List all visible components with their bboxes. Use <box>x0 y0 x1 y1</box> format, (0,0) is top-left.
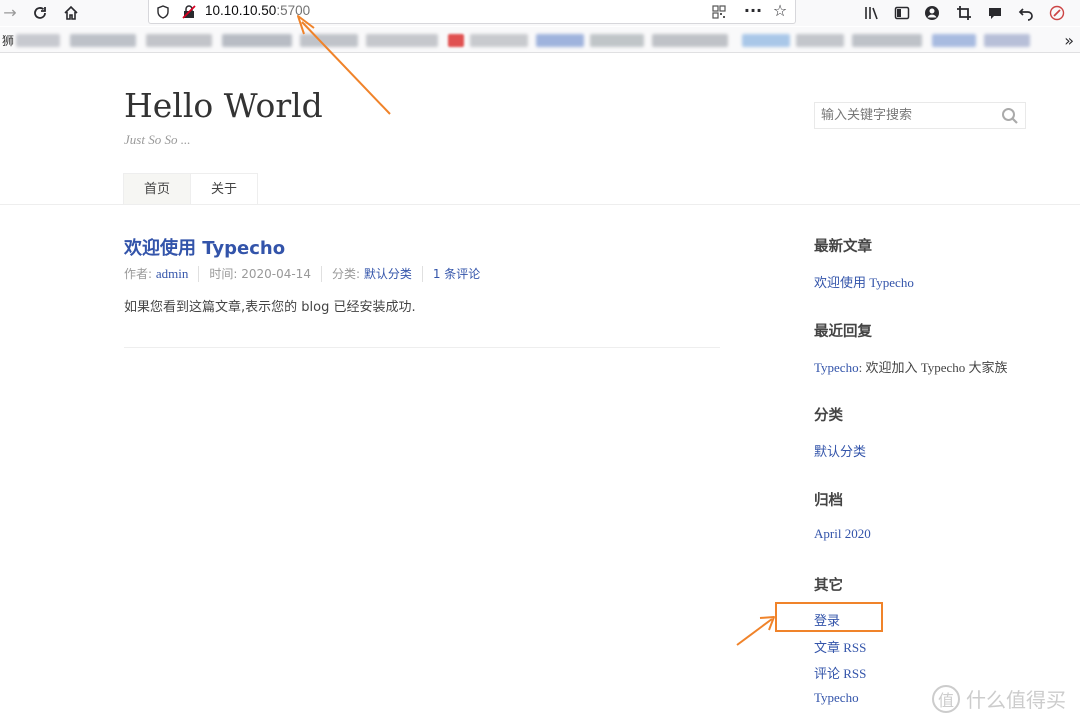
qr-code-icon[interactable] <box>709 2 729 22</box>
category-item[interactable]: 默认分类 <box>814 441 866 460</box>
search-form <box>814 102 1026 129</box>
back-arrow-icon[interactable]: → <box>0 3 20 23</box>
browser-toolbar: → 10.10.10.50:5700 ··· ☆ <box>0 0 1080 26</box>
author-label: 作者: <box>124 267 156 281</box>
nav-item-about[interactable]: 关于 <box>191 173 259 205</box>
reload-icon[interactable] <box>30 3 50 23</box>
bookmark-item[interactable] <box>536 34 584 47</box>
site-description: Just So So ... <box>124 132 191 147</box>
url-bar[interactable]: 10.10.10.50:5700 ··· ☆ <box>148 0 796 24</box>
insecure-lock-icon[interactable] <box>179 2 199 22</box>
widget-title-recent-comments: 最近回复 <box>814 324 872 340</box>
star-icon[interactable]: ☆ <box>770 1 790 21</box>
bookmark-item[interactable] <box>448 34 464 47</box>
search-icon[interactable] <box>1001 107 1019 125</box>
search-input[interactable] <box>815 103 995 128</box>
bookmark-item[interactable] <box>366 34 438 47</box>
account-icon[interactable] <box>922 3 942 23</box>
main-nav: 首页 关于 <box>123 173 259 205</box>
sidebar-icon[interactable] <box>892 3 912 23</box>
header-divider <box>0 204 1080 205</box>
watermark-text: 什么值得买 <box>966 688 1066 712</box>
recent-post-link[interactable]: 欢迎使用 Typecho <box>814 272 914 291</box>
recent-comment-text: : 欢迎加入 Typecho 大家族 <box>858 360 1008 375</box>
post-title[interactable]: 欢迎使用 Typecho <box>124 234 285 260</box>
chevron-overflow-icon[interactable]: » <box>1064 31 1074 50</box>
bookmark-item[interactable] <box>70 34 136 47</box>
comments-rss-link[interactable]: 评论 RSS <box>814 663 866 682</box>
addon-icon[interactable] <box>1047 3 1067 23</box>
bookmark-item[interactable] <box>222 34 292 47</box>
site-title[interactable]: Hello World <box>124 86 323 125</box>
bookmarks-bar: 狮 » <box>0 27 1080 53</box>
author-link[interactable]: admin <box>156 266 189 281</box>
url-host: 10.10.10.50 <box>205 3 277 18</box>
login-arrow <box>736 616 775 646</box>
url-port: :5700 <box>276 3 311 18</box>
post-author: 作者: admin <box>124 266 198 282</box>
widget-title-categories: 分类 <box>814 408 843 424</box>
bookmark-first-char: 狮 <box>2 34 15 48</box>
bookmark-item[interactable] <box>590 34 644 47</box>
post-meta: 作者: admin 时间: 2020-04-14 分类: 默认分类 1 条评论 <box>124 266 490 282</box>
watermark-logo: 值 <box>932 684 960 713</box>
login-highlight-box <box>775 602 883 632</box>
post-divider <box>124 347 720 348</box>
bookmark-item[interactable] <box>146 34 212 47</box>
widget-title-archives: 归档 <box>814 493 843 509</box>
post-content: 如果您看到这篇文章,表示您的 blog 已经安装成功. <box>124 300 416 315</box>
bookmark-item[interactable] <box>796 34 844 47</box>
bookmark-item[interactable] <box>852 34 922 47</box>
category-label: 分类: <box>331 267 364 281</box>
chat-icon[interactable] <box>985 3 1005 23</box>
bookmark-item[interactable] <box>932 34 976 47</box>
bookmark-item[interactable] <box>300 34 358 47</box>
library-icon[interactable] <box>862 3 882 23</box>
post-date: 时间: 2020-04-14 <box>198 266 321 282</box>
more-icon[interactable]: ··· <box>743 1 763 21</box>
shield-icon[interactable] <box>153 2 173 22</box>
widget-title-recent-posts: 最新文章 <box>814 239 872 255</box>
recent-comment-author[interactable]: Typecho <box>814 360 859 375</box>
nav-item-home[interactable]: 首页 <box>123 173 192 205</box>
category-link[interactable]: 默认分类 <box>364 267 412 281</box>
archive-item[interactable]: April 2020 <box>814 526 871 542</box>
post-category: 分类: 默认分类 <box>320 266 422 282</box>
widget-title-misc: 其它 <box>814 578 843 594</box>
typecho-link[interactable]: Typecho <box>814 690 859 706</box>
bookmark-item[interactable] <box>470 34 528 47</box>
undo-icon[interactable] <box>1016 3 1036 23</box>
comments-link[interactable]: 1 条评论 <box>421 266 490 282</box>
bookmark-item[interactable] <box>652 34 728 47</box>
bookmark-item[interactable] <box>742 34 790 47</box>
watermark: 值 什么值得买 <box>932 684 1066 713</box>
recent-comment: Typecho: 欢迎加入 Typecho 大家族 <box>814 357 1008 376</box>
home-icon[interactable] <box>61 3 81 23</box>
bookmark-item[interactable] <box>984 34 1030 47</box>
posts-rss-link[interactable]: 文章 RSS <box>814 637 866 656</box>
url-text[interactable]: 10.10.10.50:5700 <box>205 3 310 18</box>
crop-icon[interactable] <box>954 3 974 23</box>
bookmark-item[interactable] <box>16 34 60 47</box>
